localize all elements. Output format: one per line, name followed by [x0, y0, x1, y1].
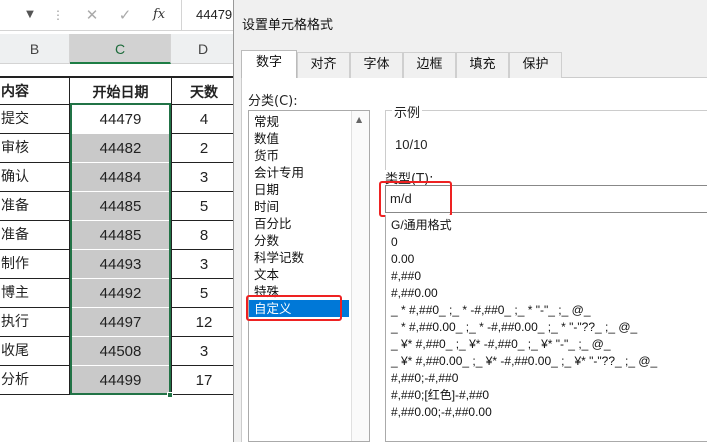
list-item[interactable]: _ ¥* #,##0.00_ ;_ ¥* -#,##0.00_ ;_ ¥* "-… — [391, 353, 657, 369]
fill-handle[interactable] — [167, 392, 173, 398]
list-item[interactable]: 日期 — [254, 181, 279, 198]
cell-start-date[interactable]: 44485 — [70, 221, 171, 250]
list-item[interactable]: 分数 — [254, 232, 279, 249]
cell-content[interactable]: 准备 — [0, 192, 70, 221]
cancel-icon[interactable]: ✕ — [84, 4, 100, 26]
cell-start-date[interactable]: 44497 — [70, 308, 171, 337]
list-item[interactable]: G/通用格式 — [391, 217, 452, 233]
cell-start-date[interactable]: 44479 — [70, 105, 171, 134]
table-row: 确认 44484 3 — [0, 163, 236, 192]
cell-start-date[interactable]: 44484 — [70, 163, 171, 192]
cell-content[interactable]: 制作 — [0, 250, 70, 279]
table-row: 准备 44485 8 — [0, 221, 236, 250]
header-cell-days[interactable]: 天数 — [171, 76, 236, 105]
cell-days[interactable]: 3 — [171, 163, 236, 192]
sample-value: 10/10 — [395, 137, 428, 152]
table-row: 制作 44493 3 — [0, 250, 236, 279]
sample-label: 示例 — [392, 102, 423, 121]
list-item[interactable]: 货币 — [254, 147, 279, 164]
cell-content[interactable]: 收尾 — [0, 337, 70, 366]
cell-content[interactable]: 博主 — [0, 279, 70, 308]
cell-days[interactable]: 3 — [171, 337, 236, 366]
format-cells-dialog: 设置单元格格式 数字 对齐 字体 边框 填充 保护 分类(C): 常规 数值 货… — [233, 0, 707, 442]
table-row: 审核 44482 2 — [0, 134, 236, 163]
tab-font[interactable]: 字体 — [350, 52, 403, 78]
sample-group: 示例 10/10 — [385, 102, 707, 170]
list-item[interactable]: _ * #,##0_ ;_ * -#,##0_ ;_ * "-"_ ;_ @_ — [391, 302, 591, 318]
tab-protection[interactable]: 保护 — [509, 52, 562, 78]
dialog-title: 设置单元格格式 — [242, 18, 334, 33]
column-header-c[interactable]: C — [70, 34, 171, 64]
cell-days[interactable]: 5 — [171, 279, 236, 308]
list-item[interactable]: 特殊 — [254, 283, 279, 300]
list-item-selected[interactable]: 自定义 — [249, 300, 349, 317]
cell-start-date[interactable]: 44485 — [70, 192, 171, 221]
scroll-up-icon[interactable]: ▲ — [356, 115, 362, 124]
cell-days[interactable]: 4 — [171, 105, 236, 134]
list-item[interactable]: 数值 — [254, 130, 279, 147]
tab-border[interactable]: 边框 — [403, 52, 456, 78]
category-list[interactable]: 常规 数值 货币 会计专用 日期 时间 百分比 分数 科学记数 文本 特殊 自定… — [248, 110, 370, 442]
table-header-row: 内容 开始日期 天数 — [0, 76, 236, 105]
table-row: 执行 44497 12 — [0, 308, 236, 337]
list-item[interactable]: 时间 — [254, 198, 279, 215]
cell-content[interactable]: 执行 — [0, 308, 70, 337]
cell-days[interactable]: 17 — [171, 366, 236, 395]
cell-content[interactable]: 分析 — [0, 366, 70, 395]
cell-content[interactable]: 准备 — [0, 221, 70, 250]
category-scrollbar[interactable]: ▲ — [351, 111, 369, 441]
cell-start-date[interactable]: 44499 — [70, 366, 171, 395]
cell-start-date[interactable]: 44493 — [70, 250, 171, 279]
dialog-tabs: 数字 对齐 字体 边框 填充 保护 — [241, 50, 707, 79]
type-input[interactable]: m/d — [385, 185, 707, 213]
cell-start-date[interactable]: 44482 — [70, 134, 171, 163]
cell-days[interactable]: 2 — [171, 134, 236, 163]
list-item[interactable]: #,##0;[红色]-#,##0 — [391, 387, 489, 403]
column-header-d[interactable]: D — [171, 34, 236, 64]
list-item[interactable]: 0.00 — [391, 251, 414, 267]
table-row: 分析 44499 17 — [0, 366, 236, 395]
cell-days[interactable]: 8 — [171, 221, 236, 250]
category-label: 分类(C): — [248, 94, 298, 109]
cell-days[interactable]: 3 — [171, 250, 236, 279]
cell-content[interactable]: 确认 — [0, 163, 70, 192]
tab-number[interactable]: 数字 — [241, 50, 297, 79]
tab-fill[interactable]: 填充 — [456, 52, 509, 78]
list-item[interactable]: #,##0 — [391, 268, 421, 284]
list-item[interactable]: _ * #,##0.00_ ;_ * -#,##0.00_ ;_ * "-"??… — [391, 319, 637, 335]
cell-start-date[interactable]: 44508 — [70, 337, 171, 366]
table-row: 提交 44479 4 — [0, 105, 236, 134]
list-item[interactable]: #,##0.00 — [391, 285, 438, 301]
column-headers: B C D — [0, 34, 236, 64]
confirm-icon[interactable]: ✓ — [117, 4, 133, 26]
cell-days[interactable]: 5 — [171, 192, 236, 221]
cell-content[interactable]: 提交 — [0, 105, 70, 134]
cell-start-date[interactable]: 44492 — [70, 279, 171, 308]
cell-content[interactable]: 审核 — [0, 134, 70, 163]
list-item[interactable]: 常规 — [254, 113, 279, 130]
list-item[interactable]: 会计专用 — [254, 164, 304, 181]
list-item[interactable]: _ ¥* #,##0_ ;_ ¥* -#,##0_ ;_ ¥* "-"_ ;_ … — [391, 336, 611, 352]
table-row: 收尾 44508 3 — [0, 337, 236, 366]
list-item[interactable]: 科学记数 — [254, 249, 304, 266]
header-cell-start-date[interactable]: 开始日期 — [70, 76, 171, 105]
list-item[interactable]: 文本 — [254, 266, 279, 283]
table-row: 准备 44485 5 — [0, 192, 236, 221]
namebox-dropdown-icon[interactable]: ▼ — [22, 6, 38, 24]
list-item[interactable]: 百分比 — [254, 215, 292, 232]
tab-alignment[interactable]: 对齐 — [297, 52, 350, 78]
header-cell-content[interactable]: 内容 — [0, 76, 70, 105]
cell-days[interactable]: 12 — [171, 308, 236, 337]
column-header-b[interactable]: B — [0, 34, 70, 64]
list-item[interactable]: 0 — [391, 234, 398, 250]
insert-function-icon[interactable]: fx — [153, 4, 173, 26]
format-code-list[interactable]: G/通用格式 0 0.00 #,##0 #,##0.00 _ * #,##0_ … — [385, 215, 707, 442]
number-tab-panel: 分类(C): 常规 数值 货币 会计专用 日期 时间 百分比 分数 科学记数 文… — [241, 78, 707, 442]
formula-bar-separator-icon: ⋮ — [52, 8, 64, 22]
list-item[interactable]: #,##0;-#,##0 — [391, 370, 458, 386]
formula-input[interactable]: 44479 — [181, 0, 241, 30]
table-row: 博主 44492 5 — [0, 279, 236, 308]
list-item[interactable]: #,##0.00;-#,##0.00 — [391, 404, 492, 420]
